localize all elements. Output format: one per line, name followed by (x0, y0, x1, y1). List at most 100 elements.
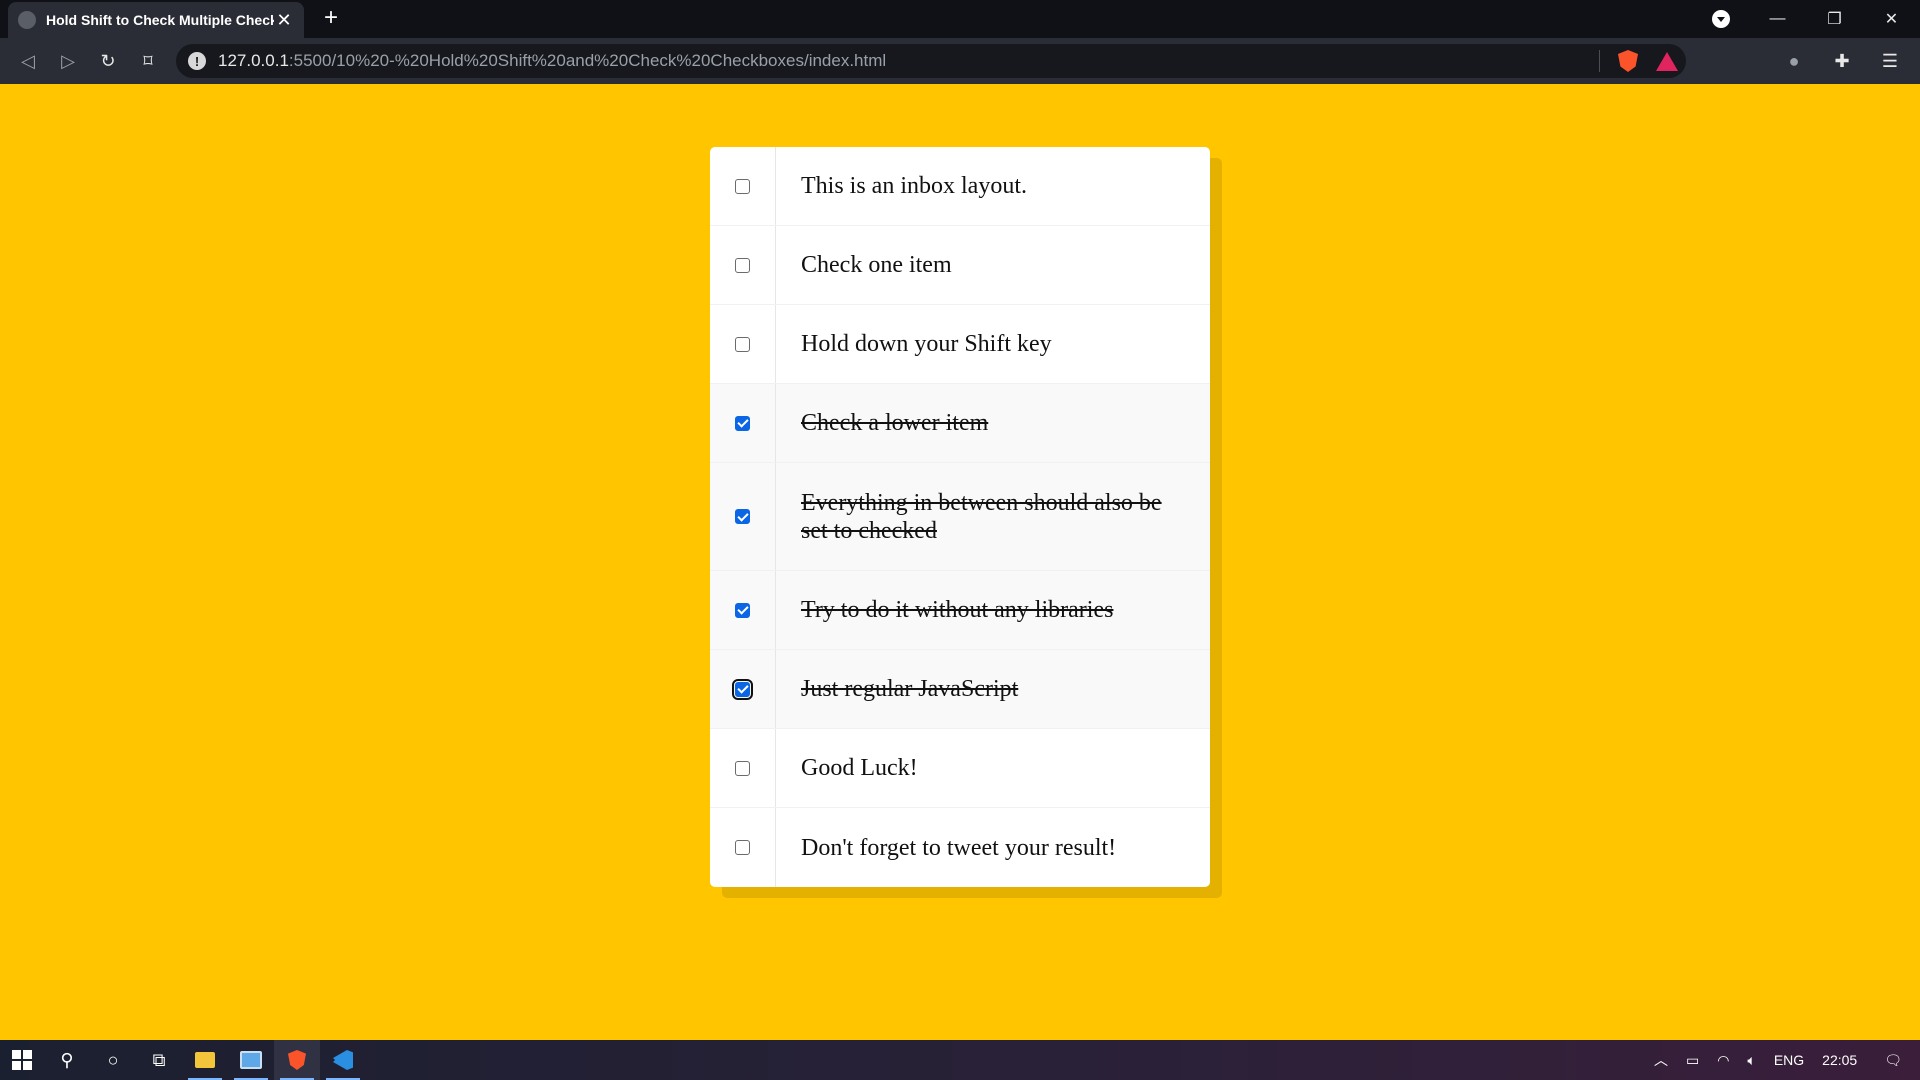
checkbox[interactable] (735, 336, 750, 352)
puzzle-icon: ✚ (1834, 50, 1850, 71)
cortana-circle-icon: ○ (107, 1049, 119, 1070)
checkbox-cell (710, 571, 776, 649)
system-tray: ︿ ▭ ◠ 🔈︎ ENG 22:05 🗨︎ (1645, 1040, 1920, 1080)
checkbox-cell (710, 305, 776, 383)
inbox-item[interactable]: Hold down your Shift key (710, 305, 1210, 384)
photos-app-button[interactable] (228, 1040, 274, 1080)
checkbox[interactable] (735, 760, 750, 776)
action-center-button[interactable]: 🗨︎ (1866, 1040, 1920, 1080)
reload-icon: ↻ (100, 50, 116, 71)
checkbox[interactable] (735, 415, 750, 431)
inbox-item[interactable]: Check a lower item (710, 384, 1210, 463)
image-viewer-icon (240, 1051, 262, 1069)
inbox-item[interactable]: Try to do it without any libraries (710, 571, 1210, 650)
extension-area: ● ✚ ☰ (1774, 38, 1910, 84)
item-label: This is an inbox layout. (801, 173, 1027, 199)
checkbox[interactable] (735, 840, 750, 855)
inbox-item[interactable]: Don't forget to tweet your result! (710, 808, 1210, 887)
url-path: :5500/10%20-%20Hold%20Shift%20and%20Chec… (288, 51, 887, 70)
checkbox[interactable] (735, 178, 750, 194)
checkbox-cell (710, 463, 776, 570)
brave-rewards-icon[interactable] (1656, 51, 1678, 71)
input-language-button[interactable]: ENG (1765, 1040, 1813, 1080)
restore-button[interactable]: ❐ (1806, 0, 1863, 38)
brave-browser-button[interactable] (274, 1040, 320, 1080)
search-icon: ⚲ (60, 1049, 74, 1070)
item-label: Hold down your Shift key (801, 331, 1052, 357)
checkbox-cell (710, 147, 776, 225)
checkbox-cell (710, 226, 776, 304)
tab-title: Hold Shift to Check Multiple Checkboxes (46, 12, 274, 28)
volume-button[interactable]: 🔈︎ (1738, 1040, 1764, 1080)
folder-icon (195, 1052, 215, 1068)
address-bar-actions (1599, 44, 1678, 78)
checkbox[interactable] (732, 678, 753, 700)
brave-shields-icon[interactable] (1618, 50, 1638, 72)
reload-button[interactable]: ↻ (88, 43, 128, 79)
wallet-icon: ● (1788, 50, 1800, 71)
item-label: Don't forget to tweet your result! (801, 834, 1117, 861)
new-tab-button[interactable]: + (318, 4, 344, 31)
checkbox-cell (710, 384, 776, 462)
chevron-up-icon: ︿ (1653, 1052, 1668, 1068)
checkbox-cell (710, 808, 776, 887)
inbox-item[interactable]: This is an inbox layout. (710, 147, 1210, 226)
brave-icon (288, 1050, 306, 1070)
windows-logo-icon (12, 1050, 32, 1070)
network-button[interactable]: ◠ (1708, 1040, 1738, 1080)
search-button[interactable]: ⚲ (44, 1040, 90, 1080)
menu-button[interactable]: ☰ (1870, 43, 1910, 79)
minimize-button[interactable]: — (1749, 0, 1806, 38)
back-arrow-icon: ◁ (21, 50, 35, 71)
notification-icon: 🗨︎ (1884, 1051, 1902, 1068)
item-label: Good Luck! (801, 755, 918, 781)
address-bar[interactable]: ! 127.0.0.1:5500/10%20-%20Hold%20Shift%2… (176, 44, 1686, 78)
inbox: This is an inbox layout. Check one item … (710, 147, 1210, 887)
speaker-icon: 🔈︎ (1747, 1051, 1756, 1068)
profile-menu-button[interactable] (1692, 0, 1749, 38)
checkbox[interactable] (735, 257, 750, 273)
site-info-icon[interactable]: ! (188, 52, 206, 70)
task-view-button[interactable]: ⧉ (136, 1040, 182, 1080)
item-label: Just regular JavaScript (801, 676, 1019, 702)
wallet-button[interactable]: ● (1774, 43, 1814, 79)
window-controls: — ❐ ✕ (1692, 0, 1920, 38)
item-label: Try to do it without any libraries (801, 597, 1114, 623)
vscode-button[interactable] (320, 1040, 366, 1080)
checkbox[interactable] (735, 602, 750, 618)
close-window-button[interactable]: ✕ (1863, 0, 1920, 38)
checkbox-cell (710, 650, 776, 728)
wifi-icon: ◠ (1717, 1051, 1730, 1068)
browser-tab[interactable]: Hold Shift to Check Multiple Checkboxes … (8, 2, 304, 38)
item-label: Check a lower item (801, 410, 989, 436)
inbox-item[interactable]: Just regular JavaScript (710, 650, 1210, 729)
cortana-button[interactable]: ○ (90, 1040, 136, 1080)
hamburger-menu-icon: ☰ (1881, 50, 1899, 71)
battery-button[interactable]: ▭ (1677, 1040, 1708, 1080)
inbox-item[interactable]: Check one item (710, 226, 1210, 305)
clock[interactable]: 22:05 (1813, 1040, 1866, 1080)
checkbox-cell (710, 729, 776, 807)
checkbox[interactable] (735, 509, 750, 524)
item-label: Everything in between should also be set… (801, 489, 1162, 544)
chevron-down-icon (1711, 10, 1730, 28)
back-button[interactable]: ◁ (8, 43, 48, 79)
taskbar: ⚲ ○ ⧉ ︿ ▭ ◠ 🔈︎ ENG 22:05 🗨︎ (0, 1040, 1920, 1080)
browser-tab-bar: Hold Shift to Check Multiple Checkboxes … (0, 0, 1920, 38)
bookmark-icon: ⌑ (143, 50, 153, 71)
url-host: 127.0.0.1 (218, 51, 289, 70)
forward-button[interactable]: ▷ (48, 43, 88, 79)
start-button[interactable] (0, 1040, 44, 1080)
inbox-item[interactable]: Good Luck! (710, 729, 1210, 808)
forward-arrow-icon: ▷ (61, 50, 75, 71)
inbox-item[interactable]: Everything in between should also be set… (710, 463, 1210, 571)
battery-icon: ▭ (1685, 1051, 1700, 1068)
bookmark-button[interactable]: ⌑ (128, 43, 168, 79)
file-explorer-button[interactable] (182, 1040, 228, 1080)
close-tab-icon[interactable]: ✕ (274, 10, 294, 30)
task-view-icon: ⧉ (152, 1049, 166, 1070)
show-hidden-icons-button[interactable]: ︿ (1645, 1040, 1677, 1080)
extensions-button[interactable]: ✚ (1822, 43, 1862, 79)
vscode-icon (333, 1050, 353, 1070)
item-label: Check one item (801, 252, 952, 278)
